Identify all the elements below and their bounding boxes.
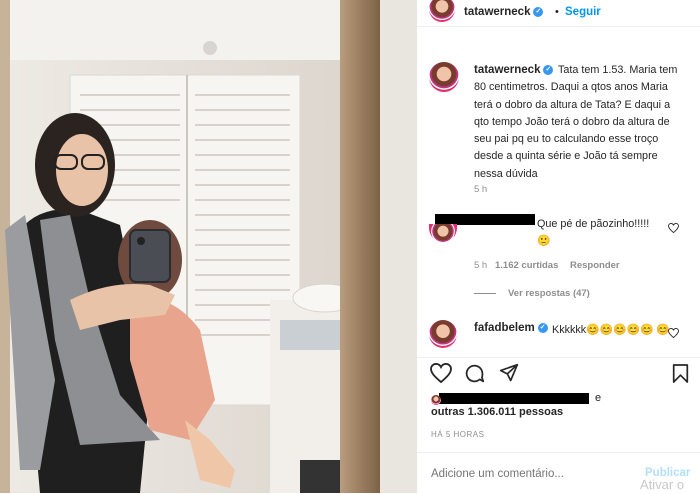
- post-timestamp: HÁ 5 HORAS: [431, 430, 485, 439]
- redacted-liker-name: [439, 393, 589, 404]
- activation-watermark: Ativar o: [640, 477, 685, 492]
- share-paper-plane-icon[interactable]: [499, 363, 519, 383]
- comment-input[interactable]: [429, 463, 633, 485]
- caption-avatar[interactable]: [429, 62, 459, 92]
- follow-button[interactable]: Seguir: [565, 6, 601, 18]
- verified-badge-icon: ✓: [533, 6, 544, 17]
- commenter-avatar[interactable]: [429, 224, 457, 242]
- view-replies-button[interactable]: Ver respostas (47): [508, 288, 590, 299]
- replies-divider: [474, 293, 496, 294]
- comment-likes[interactable]: 1.162 curtidas: [495, 260, 558, 271]
- like-heart-icon[interactable]: [430, 363, 452, 383]
- comment-text: Kkkkkk😊😊😊😊😊 😊: [552, 324, 670, 336]
- header-separator: •: [555, 6, 559, 18]
- author-avatar[interactable]: [429, 0, 455, 22]
- comment-time: 5 h: [474, 260, 488, 271]
- post-photo[interactable]: [0, 0, 417, 493]
- author-username[interactable]: tatawerneck ✓: [464, 6, 544, 18]
- comment-like-heart-icon[interactable]: [668, 328, 679, 338]
- add-comment-bar: Publicar Ativar o: [417, 452, 700, 494]
- actions-divider: [417, 357, 700, 358]
- comment-text: Que pé de pãozinho!!!!! 🙂: [537, 218, 650, 247]
- comment-bubble-icon[interactable]: [464, 363, 485, 384]
- caption-time: 5 h: [474, 184, 488, 195]
- liker-avatar: [431, 395, 441, 405]
- save-bookmark-icon[interactable]: [672, 363, 689, 384]
- mirror-selfie-image: [0, 0, 417, 493]
- reply-button[interactable]: Responder: [570, 260, 620, 271]
- caption-text: Tata tem 1.53. Maria tem 80 centimetros.…: [474, 64, 678, 180]
- commenter-avatar[interactable]: [429, 320, 457, 348]
- likes-count[interactable]: outras 1.306.011 pessoas: [431, 406, 563, 418]
- comment-like-heart-icon[interactable]: [668, 223, 679, 233]
- post-header: tatawerneck ✓ • Seguir: [417, 0, 700, 27]
- post-details-panel: tatawerneck ✓ • Seguir tatawerneck ✓ Tata …: [417, 0, 700, 493]
- likes-connector: e: [595, 392, 602, 404]
